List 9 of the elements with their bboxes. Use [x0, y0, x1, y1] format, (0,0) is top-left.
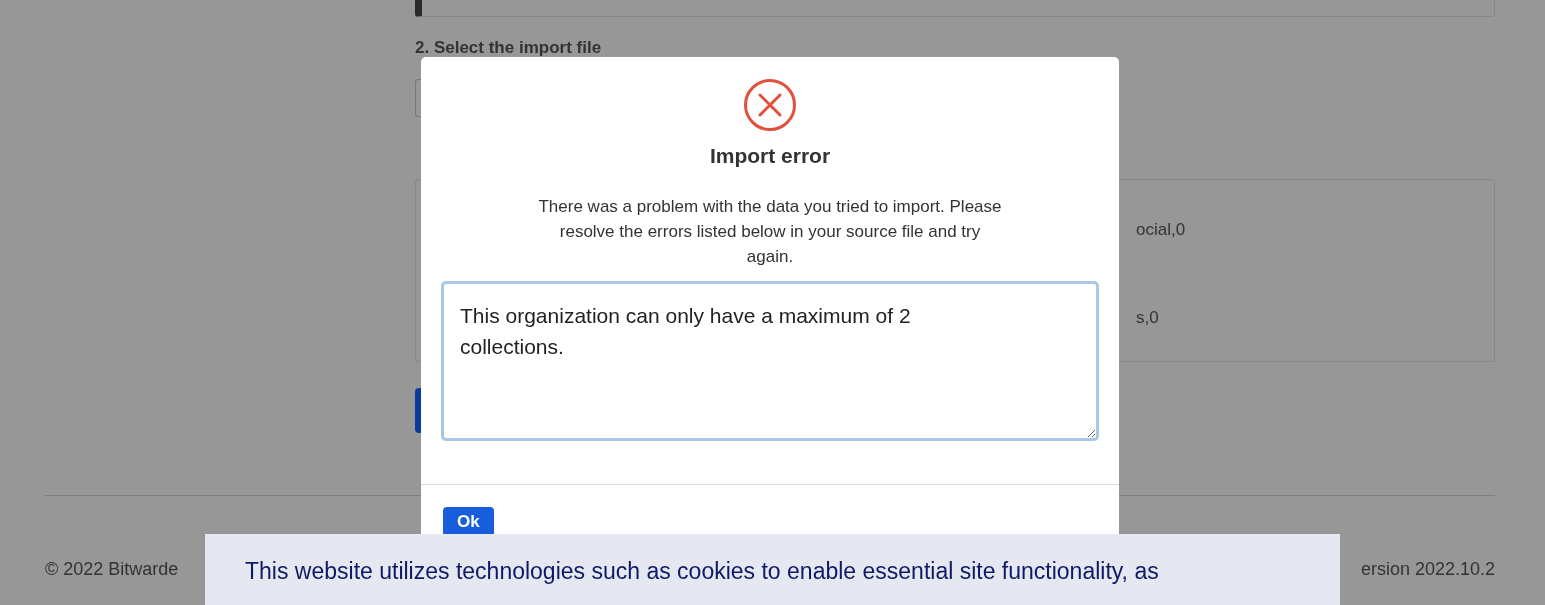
- copyright-text: © 2022 Bitwarde: [45, 559, 179, 580]
- cookie-notice: This website utilizes technologies such as cookies to enable essential site functionality, as: [245, 558, 1159, 584]
- error-icon: [743, 78, 797, 132]
- ok-button[interactable]: Ok: [443, 507, 494, 537]
- dialog-title: Import error: [709, 144, 831, 168]
- dialog-message: There was a problem with the data you tried to import. Please resolve the errors listed below in your source file and try again.: [537, 196, 1003, 268]
- version-text: ersion 2022.10.2: [1360, 559, 1495, 580]
- file-label: 2. Select the import file: [415, 39, 603, 57]
- error-field[interactable]: This organization can only have a maximum of 2 collections.: [441, 281, 1099, 441]
